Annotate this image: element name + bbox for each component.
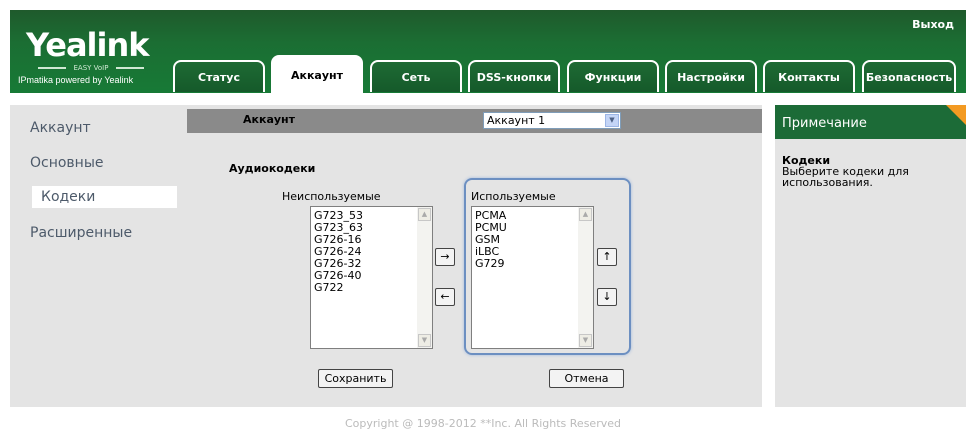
- note-corner-icon: [946, 105, 966, 125]
- scrollbar[interactable]: ▲ ▼: [417, 207, 432, 348]
- tab-contacts[interactable]: Контакты: [763, 60, 855, 92]
- move-right-button[interactable]: →: [435, 248, 455, 266]
- scroll-down-icon[interactable]: ▼: [579, 334, 592, 347]
- note-header: Примечание: [775, 105, 966, 139]
- account-select-value: Аккаунт 1: [487, 114, 546, 127]
- account-select[interactable]: Аккаунт 1 ▼: [483, 112, 621, 129]
- main-panel: Аккаунт Аккаунт 1 ▼ Аудиокодеки Неисполь…: [177, 105, 762, 407]
- move-up-button[interactable]: ↑: [597, 248, 617, 266]
- logo-subtitle: IPmatika powered by Yealink: [18, 75, 134, 85]
- sidebar-item-codecs[interactable]: Кодеки: [32, 186, 192, 208]
- yealink-logo: Yealink EASY VoIP IPmatika powered by Ye…: [10, 22, 170, 92]
- sidebar-item-account[interactable]: Аккаунт: [10, 117, 177, 139]
- cancel-button[interactable]: Отмена: [549, 369, 624, 388]
- used-codecs-label: Используемые: [471, 190, 556, 203]
- logout-link[interactable]: Выход: [912, 18, 954, 31]
- account-bar: Аккаунт Аккаунт 1 ▼: [187, 109, 762, 133]
- unused-codecs-label: Неиспользуемые: [282, 190, 381, 203]
- list-item[interactable]: G729: [475, 258, 593, 270]
- copyright-footer: Copyright @ 1998-2012 **Inc. All Rights …: [345, 417, 621, 430]
- sidebar-item-basic[interactable]: Основные: [10, 152, 177, 174]
- note-text: Выберите кодеки для использования.: [782, 165, 909, 189]
- logo-word: Yealink: [26, 26, 150, 64]
- sidebar-item-advanced[interactable]: Расширенные: [10, 222, 177, 244]
- tab-dss-keys[interactable]: DSS-кнопки: [468, 60, 560, 92]
- chevron-down-icon[interactable]: ▼: [605, 114, 619, 127]
- header: Yealink EASY VoIP IPmatika powered by Ye…: [10, 10, 966, 93]
- tab-security[interactable]: Безопасность: [862, 60, 956, 92]
- move-left-button[interactable]: ←: [435, 288, 455, 306]
- tab-settings[interactable]: Настройки: [665, 60, 757, 92]
- tab-account[interactable]: Аккаунт: [271, 55, 363, 93]
- audio-codecs-title: Аудиокодеки: [229, 162, 316, 175]
- note-panel: Примечание Кодеки Выберите кодеки для ис…: [775, 105, 966, 407]
- unused-codecs-list[interactable]: G723_53 G723_63 G726-16 G726-24 G726-32 …: [310, 206, 433, 349]
- scroll-up-icon[interactable]: ▲: [579, 208, 592, 221]
- account-label: Аккаунт: [243, 113, 296, 126]
- used-codecs-list[interactable]: PCMA PCMU GSM iLBC G729 ▲ ▼: [471, 206, 594, 349]
- note-body: Кодеки Выберите кодеки для использования…: [775, 147, 966, 407]
- list-item[interactable]: G722: [314, 282, 432, 294]
- scroll-down-icon[interactable]: ▼: [418, 334, 431, 347]
- move-down-button[interactable]: ↓: [597, 288, 617, 306]
- tab-network[interactable]: Сеть: [370, 60, 462, 92]
- left-nav: Аккаунт Основные Кодеки Расширенные: [10, 105, 192, 407]
- save-button[interactable]: Сохранить: [318, 369, 393, 388]
- tab-status[interactable]: Статус: [173, 60, 265, 92]
- logo-tagline: EASY VoIP: [32, 64, 150, 72]
- scroll-up-icon[interactable]: ▲: [418, 208, 431, 221]
- scrollbar[interactable]: ▲ ▼: [578, 207, 593, 348]
- tab-features[interactable]: Функции: [567, 60, 659, 92]
